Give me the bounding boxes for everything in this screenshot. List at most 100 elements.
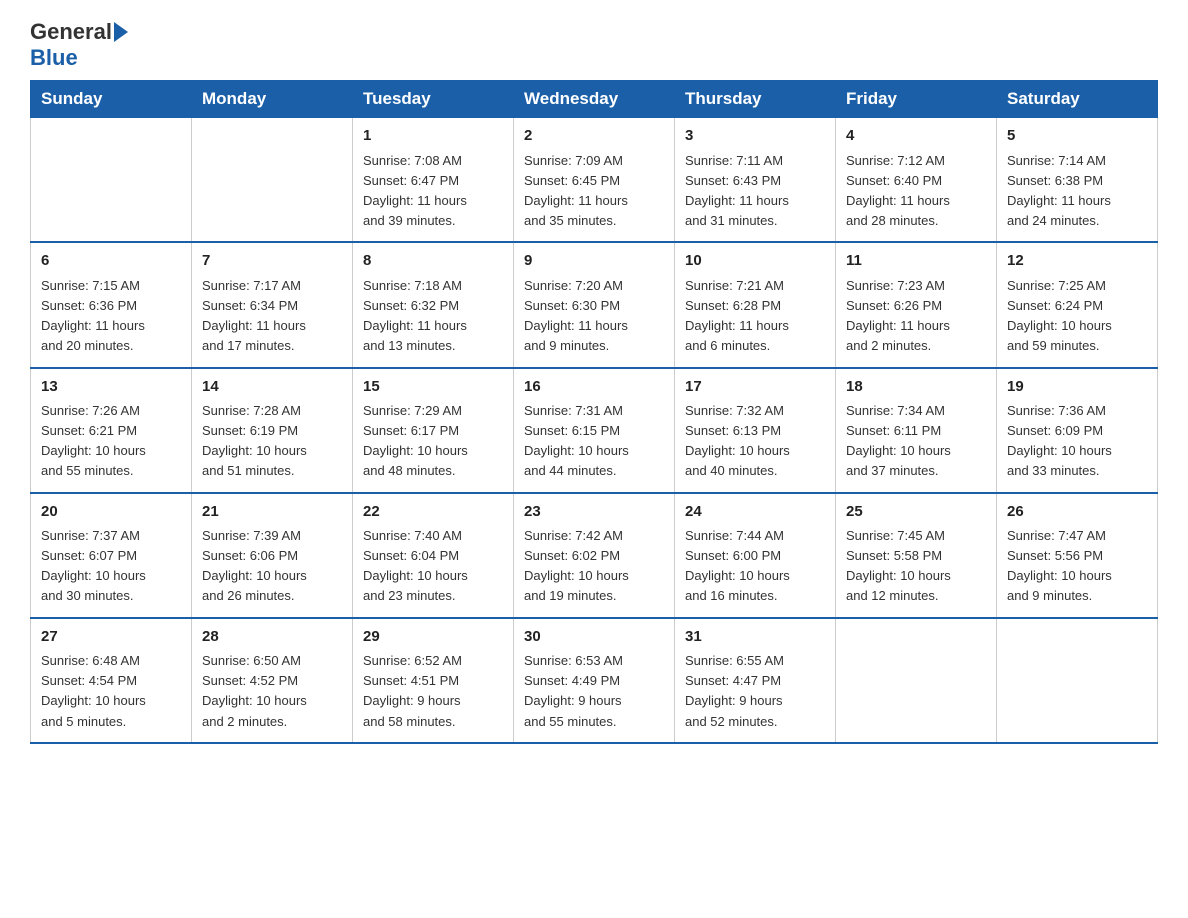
- day-number: 27: [41, 626, 181, 649]
- day-info: Sunrise: 6:55 AM Sunset: 4:47 PM Dayligh…: [685, 651, 825, 732]
- header-monday: Monday: [192, 81, 353, 118]
- day-info: Sunrise: 7:47 AM Sunset: 5:56 PM Dayligh…: [1007, 526, 1147, 607]
- day-number: 20: [41, 501, 181, 524]
- day-number: 12: [1007, 250, 1147, 273]
- week-row-4: 20Sunrise: 7:37 AM Sunset: 6:07 PM Dayli…: [31, 493, 1158, 618]
- calendar-cell: 26Sunrise: 7:47 AM Sunset: 5:56 PM Dayli…: [997, 493, 1158, 618]
- calendar-cell: 27Sunrise: 6:48 AM Sunset: 4:54 PM Dayli…: [31, 618, 192, 743]
- calendar-cell: 8Sunrise: 7:18 AM Sunset: 6:32 PM Daylig…: [353, 242, 514, 367]
- day-number: 5: [1007, 125, 1147, 148]
- day-info: Sunrise: 7:26 AM Sunset: 6:21 PM Dayligh…: [41, 401, 181, 482]
- day-number: 25: [846, 501, 986, 524]
- calendar-cell: 25Sunrise: 7:45 AM Sunset: 5:58 PM Dayli…: [836, 493, 997, 618]
- calendar-cell: 28Sunrise: 6:50 AM Sunset: 4:52 PM Dayli…: [192, 618, 353, 743]
- calendar-cell: [997, 618, 1158, 743]
- day-info: Sunrise: 6:48 AM Sunset: 4:54 PM Dayligh…: [41, 651, 181, 732]
- logo: General Blue: [30, 20, 128, 70]
- page-header: General Blue: [30, 20, 1158, 70]
- day-number: 13: [41, 376, 181, 399]
- day-info: Sunrise: 7:31 AM Sunset: 6:15 PM Dayligh…: [524, 401, 664, 482]
- day-info: Sunrise: 7:37 AM Sunset: 6:07 PM Dayligh…: [41, 526, 181, 607]
- day-number: 19: [1007, 376, 1147, 399]
- day-info: Sunrise: 7:08 AM Sunset: 6:47 PM Dayligh…: [363, 151, 503, 232]
- day-number: 30: [524, 626, 664, 649]
- day-info: Sunrise: 7:36 AM Sunset: 6:09 PM Dayligh…: [1007, 401, 1147, 482]
- day-number: 8: [363, 250, 503, 273]
- calendar-cell: 17Sunrise: 7:32 AM Sunset: 6:13 PM Dayli…: [675, 368, 836, 493]
- logo-text-general: General: [30, 20, 112, 44]
- day-info: Sunrise: 7:40 AM Sunset: 6:04 PM Dayligh…: [363, 526, 503, 607]
- calendar-cell: 29Sunrise: 6:52 AM Sunset: 4:51 PM Dayli…: [353, 618, 514, 743]
- header-saturday: Saturday: [997, 81, 1158, 118]
- day-info: Sunrise: 7:17 AM Sunset: 6:34 PM Dayligh…: [202, 276, 342, 357]
- calendar-cell: 15Sunrise: 7:29 AM Sunset: 6:17 PM Dayli…: [353, 368, 514, 493]
- day-number: 16: [524, 376, 664, 399]
- day-info: Sunrise: 7:21 AM Sunset: 6:28 PM Dayligh…: [685, 276, 825, 357]
- header-wednesday: Wednesday: [514, 81, 675, 118]
- header-thursday: Thursday: [675, 81, 836, 118]
- calendar-table: SundayMondayTuesdayWednesdayThursdayFrid…: [30, 80, 1158, 743]
- week-row-5: 27Sunrise: 6:48 AM Sunset: 4:54 PM Dayli…: [31, 618, 1158, 743]
- header-tuesday: Tuesday: [353, 81, 514, 118]
- calendar-header-row: SundayMondayTuesdayWednesdayThursdayFrid…: [31, 81, 1158, 118]
- calendar-cell: [31, 118, 192, 243]
- day-number: 21: [202, 501, 342, 524]
- calendar-cell: 20Sunrise: 7:37 AM Sunset: 6:07 PM Dayli…: [31, 493, 192, 618]
- day-number: 11: [846, 250, 986, 273]
- day-info: Sunrise: 7:14 AM Sunset: 6:38 PM Dayligh…: [1007, 151, 1147, 232]
- calendar-cell: 18Sunrise: 7:34 AM Sunset: 6:11 PM Dayli…: [836, 368, 997, 493]
- day-info: Sunrise: 7:20 AM Sunset: 6:30 PM Dayligh…: [524, 276, 664, 357]
- day-info: Sunrise: 7:15 AM Sunset: 6:36 PM Dayligh…: [41, 276, 181, 357]
- logo-arrow-icon: [114, 22, 128, 42]
- day-info: Sunrise: 7:39 AM Sunset: 6:06 PM Dayligh…: [202, 526, 342, 607]
- day-number: 28: [202, 626, 342, 649]
- week-row-2: 6 Sunrise: 7:15 AM Sunset: 6:36 PM Daylig…: [31, 242, 1158, 367]
- calendar-cell: 31Sunrise: 6:55 AM Sunset: 4:47 PM Dayli…: [675, 618, 836, 743]
- calendar-cell: 5 Sunrise: 7:14 AM Sunset: 6:38 PM Daylig…: [997, 118, 1158, 243]
- day-info: Sunrise: 7:25 AM Sunset: 6:24 PM Dayligh…: [1007, 276, 1147, 357]
- day-number: 18: [846, 376, 986, 399]
- header-friday: Friday: [836, 81, 997, 118]
- calendar-cell: 9 Sunrise: 7:20 AM Sunset: 6:30 PM Daylig…: [514, 242, 675, 367]
- day-number: 31: [685, 626, 825, 649]
- calendar-cell: 1 Sunrise: 7:08 AM Sunset: 6:47 PM Daylig…: [353, 118, 514, 243]
- calendar-cell: 19Sunrise: 7:36 AM Sunset: 6:09 PM Dayli…: [997, 368, 1158, 493]
- week-row-1: 1 Sunrise: 7:08 AM Sunset: 6:47 PM Daylig…: [31, 118, 1158, 243]
- calendar-cell: 24Sunrise: 7:44 AM Sunset: 6:00 PM Dayli…: [675, 493, 836, 618]
- day-number: 7: [202, 250, 342, 273]
- day-info: Sunrise: 6:52 AM Sunset: 4:51 PM Dayligh…: [363, 651, 503, 732]
- calendar-cell: 11 Sunrise: 7:23 AM Sunset: 6:26 PM Dayli…: [836, 242, 997, 367]
- day-info: Sunrise: 7:23 AM Sunset: 6:26 PM Dayligh…: [846, 276, 986, 357]
- calendar-cell: 23Sunrise: 7:42 AM Sunset: 6:02 PM Dayli…: [514, 493, 675, 618]
- day-info: Sunrise: 7:29 AM Sunset: 6:17 PM Dayligh…: [363, 401, 503, 482]
- day-number: 2: [524, 125, 664, 148]
- day-number: 24: [685, 501, 825, 524]
- day-number: 17: [685, 376, 825, 399]
- day-number: 10: [685, 250, 825, 273]
- calendar-cell: [836, 618, 997, 743]
- calendar-cell: 14Sunrise: 7:28 AM Sunset: 6:19 PM Dayli…: [192, 368, 353, 493]
- day-info: Sunrise: 7:28 AM Sunset: 6:19 PM Dayligh…: [202, 401, 342, 482]
- calendar-cell: 12 Sunrise: 7:25 AM Sunset: 6:24 PM Dayli…: [997, 242, 1158, 367]
- day-number: 6: [41, 250, 181, 273]
- day-number: 22: [363, 501, 503, 524]
- calendar-cell: 22Sunrise: 7:40 AM Sunset: 6:04 PM Dayli…: [353, 493, 514, 618]
- day-info: Sunrise: 7:12 AM Sunset: 6:40 PM Dayligh…: [846, 151, 986, 232]
- day-info: Sunrise: 7:45 AM Sunset: 5:58 PM Dayligh…: [846, 526, 986, 607]
- day-number: 9: [524, 250, 664, 273]
- day-number: 26: [1007, 501, 1147, 524]
- calendar-cell: [192, 118, 353, 243]
- calendar-cell: 10 Sunrise: 7:21 AM Sunset: 6:28 PM Dayli…: [675, 242, 836, 367]
- day-info: Sunrise: 7:44 AM Sunset: 6:00 PM Dayligh…: [685, 526, 825, 607]
- day-number: 14: [202, 376, 342, 399]
- day-number: 15: [363, 376, 503, 399]
- calendar-cell: 3 Sunrise: 7:11 AM Sunset: 6:43 PM Daylig…: [675, 118, 836, 243]
- calendar-cell: 13Sunrise: 7:26 AM Sunset: 6:21 PM Dayli…: [31, 368, 192, 493]
- logo-text-blue: Blue: [30, 46, 78, 70]
- day-info: Sunrise: 6:53 AM Sunset: 4:49 PM Dayligh…: [524, 651, 664, 732]
- day-info: Sunrise: 7:11 AM Sunset: 6:43 PM Dayligh…: [685, 151, 825, 232]
- calendar-cell: 7 Sunrise: 7:17 AM Sunset: 6:34 PM Daylig…: [192, 242, 353, 367]
- day-number: 1: [363, 125, 503, 148]
- day-info: Sunrise: 7:32 AM Sunset: 6:13 PM Dayligh…: [685, 401, 825, 482]
- day-number: 3: [685, 125, 825, 148]
